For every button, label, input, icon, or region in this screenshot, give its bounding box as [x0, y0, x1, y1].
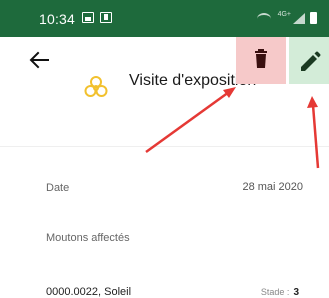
download-notification-icon	[100, 12, 112, 23]
biohazard-icon	[83, 74, 109, 100]
header-divider	[0, 146, 329, 147]
sheep-item-stade: Stade :3	[261, 287, 299, 298]
wifi-icon	[257, 13, 271, 25]
sheep-item-name[interactable]: 0000.0022, Soleil	[46, 286, 131, 298]
battery-icon	[310, 12, 317, 24]
date-value: 28 mai 2020	[242, 181, 303, 193]
stade-value: 3	[293, 287, 299, 298]
image-notification-icon	[82, 12, 94, 23]
trash-icon	[255, 49, 267, 68]
status-time: 10:34	[39, 11, 76, 27]
network-type-label: 4G+	[277, 11, 291, 18]
pencil-icon	[301, 51, 321, 71]
signal-icon	[293, 13, 305, 24]
arrow-left-icon	[29, 51, 49, 69]
affected-sheep-label: Moutons affectés	[46, 232, 130, 244]
back-button[interactable]	[28, 50, 50, 70]
delete-button[interactable]	[236, 37, 286, 84]
stade-label: Stade :	[260, 287, 290, 297]
status-bar: 10:34 4G+	[0, 0, 329, 37]
edit-button[interactable]	[289, 37, 329, 84]
date-label: Date	[46, 182, 70, 194]
